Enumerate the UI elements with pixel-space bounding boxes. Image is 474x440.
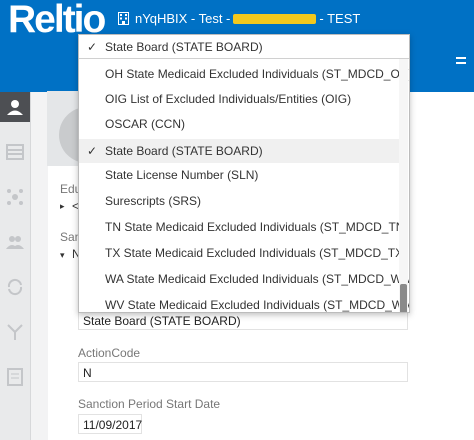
sync-icon[interactable] bbox=[0, 272, 30, 302]
start-date-field[interactable]: 11/09/2017 bbox=[78, 414, 142, 434]
list-icon[interactable] bbox=[0, 137, 30, 167]
building-icon bbox=[118, 12, 129, 25]
tenant-selector[interactable]: nYqHBIX - Test - - TEST bbox=[118, 11, 360, 26]
dropdown-option[interactable]: OSCAR (CCN) bbox=[79, 112, 399, 136]
education-expand-icon[interactable]: ▸ bbox=[60, 201, 65, 212]
sanction-source-field[interactable]: State Board (STATE BOARD) bbox=[78, 310, 408, 330]
users-icon[interactable] bbox=[0, 227, 30, 257]
start-date-label: Sanction Period Start Date bbox=[78, 397, 221, 411]
selected-value-label: State Board (STATE BOARD) bbox=[105, 40, 263, 54]
dropdown-option-selected[interactable]: ✓ State Board (STATE BOARD) bbox=[79, 139, 399, 163]
dropdown-option[interactable]: TN State Medicaid Excluded Individuals (… bbox=[79, 215, 408, 239]
dropdown-option[interactable]: WV State Medicaid Excluded Individuals (… bbox=[79, 293, 409, 312]
dropdown-option[interactable]: Surescripts (SRS) bbox=[79, 189, 399, 213]
option-label: State Board (STATE BOARD) bbox=[105, 144, 263, 158]
divider bbox=[79, 58, 409, 59]
network-icon[interactable] bbox=[0, 182, 30, 212]
hierarchy-icon[interactable] bbox=[0, 317, 30, 347]
checkmark-icon: ✓ bbox=[87, 40, 98, 54]
action-code-label: ActionCode bbox=[78, 346, 141, 360]
dropdown-option[interactable]: WA State Medicaid Excluded Individuals (… bbox=[79, 267, 409, 291]
dropdown-option[interactable]: OH State Medicaid Excluded Individuals (… bbox=[79, 62, 409, 86]
scrollbar-thumb[interactable] bbox=[400, 284, 407, 312]
action-code-field[interactable]: N bbox=[78, 362, 408, 382]
checkmark-icon: ✓ bbox=[87, 144, 98, 158]
redacted-text bbox=[233, 13, 317, 24]
dropdown-option[interactable]: TX State Medicaid Excluded Individuals (… bbox=[79, 241, 407, 265]
tenant-name-prefix: nYqHBIX - Test - bbox=[135, 11, 231, 26]
profile-icon[interactable] bbox=[0, 92, 30, 122]
dropdown-scrollbar[interactable] bbox=[399, 59, 408, 312]
dropdown-option[interactable]: State License Number (SLN) bbox=[79, 163, 399, 187]
left-sidebar bbox=[0, 92, 31, 440]
tenant-name-suffix: - TEST bbox=[319, 11, 361, 26]
dropdown-option[interactable]: OIG List of Excluded Individuals/Entitie… bbox=[79, 87, 399, 111]
dropdown-selected-value[interactable]: ✓ State Board (STATE BOARD) bbox=[79, 35, 399, 59]
menu-icon[interactable] bbox=[456, 55, 474, 77]
source-dropdown[interactable]: ✓ State Board (STATE BOARD) OH State Med… bbox=[78, 34, 410, 313]
document-icon[interactable] bbox=[0, 362, 30, 392]
sanctions-collapse-icon[interactable]: ▾ bbox=[60, 250, 65, 261]
